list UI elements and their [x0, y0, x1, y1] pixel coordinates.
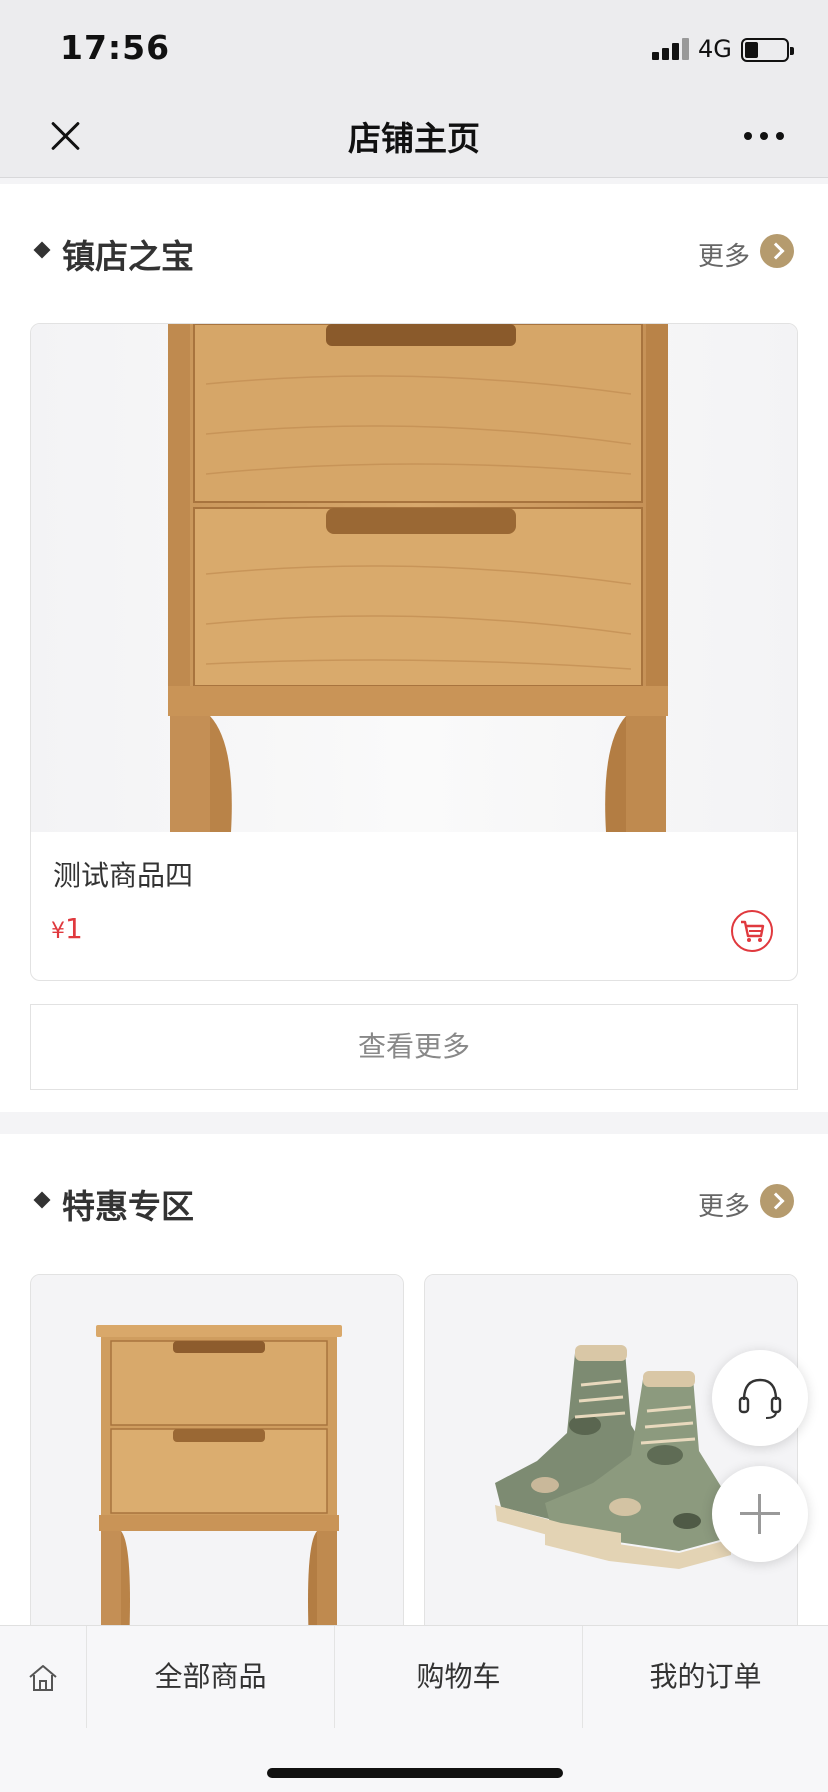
page-title: 店铺主页	[348, 119, 480, 158]
arrow-right-icon	[760, 1184, 794, 1218]
battery-icon	[741, 38, 794, 62]
product-card[interactable]	[30, 1274, 404, 1654]
diamond-icon	[33, 1191, 51, 1209]
navigation-bar: 店铺主页	[0, 94, 828, 178]
featured-header: 镇店之宝 更多	[33, 228, 794, 276]
status-time: 17:56	[60, 28, 171, 67]
tab-cart[interactable]: 购物车	[334, 1626, 582, 1728]
featured-title: 镇店之宝	[62, 237, 194, 276]
product-price: ¥1	[51, 912, 83, 945]
home-icon	[29, 1665, 57, 1691]
product-name: 测试商品四	[53, 859, 194, 892]
more-icon[interactable]	[742, 126, 786, 146]
price-currency: ¥	[51, 919, 65, 944]
view-more-button[interactable]: 查看更多	[30, 1004, 798, 1090]
tab-all-products[interactable]: 全部商品	[86, 1626, 334, 1728]
featured-more-label: 更多	[697, 242, 750, 272]
special-section: 特惠专区 更多	[0, 1134, 828, 1654]
home-indicator	[267, 1768, 563, 1778]
status-bar: 17:56 4G	[0, 0, 828, 94]
product-card[interactable]: 测试商品四 ¥1	[30, 323, 798, 981]
product-image	[31, 324, 797, 832]
tab-home[interactable]	[0, 1626, 86, 1728]
network-type: 4G	[698, 35, 732, 63]
special-more-label: 更多	[697, 1192, 750, 1222]
bottom-tab-bar: 全部商品 购物车 我的订单	[0, 1625, 828, 1792]
featured-section: 镇店之宝 更多 测试商品四 ¥1 查看更多	[0, 184, 828, 1112]
nightstand-image	[31, 1275, 403, 1653]
customer-service-icon	[738, 1378, 782, 1419]
special-header: 特惠专区 更多	[33, 1178, 794, 1226]
product-card[interactable]	[424, 1274, 798, 1654]
signal-icon	[652, 38, 690, 60]
diamond-icon	[33, 241, 51, 259]
tab-my-orders[interactable]: 我的订单	[582, 1626, 828, 1728]
cart-icon[interactable]	[731, 910, 773, 952]
plus-icon[interactable]	[712, 1466, 808, 1562]
customer-service-button[interactable]	[712, 1350, 808, 1446]
price-value: 1	[65, 912, 83, 945]
nightstand-image	[168, 324, 668, 832]
camo-boots-image	[425, 1275, 797, 1653]
special-title: 特惠专区	[62, 1187, 194, 1226]
arrow-right-icon	[760, 234, 794, 268]
